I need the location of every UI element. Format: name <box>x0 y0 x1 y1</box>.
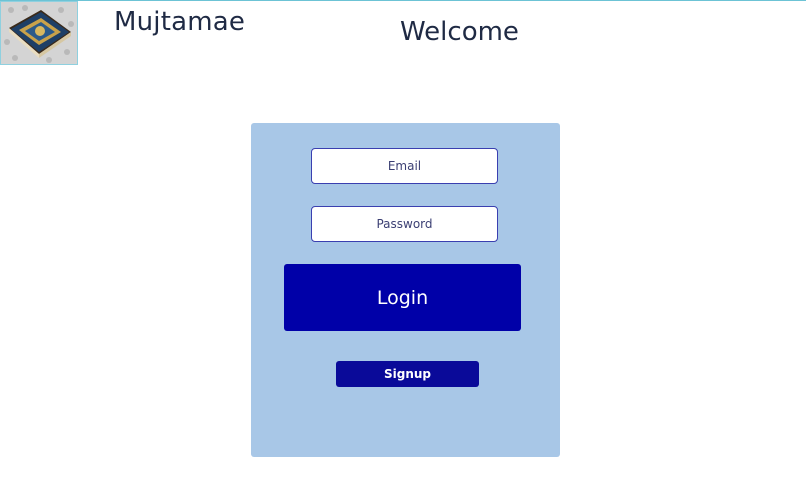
signup-button[interactable]: Signup <box>336 361 479 387</box>
app-title: Mujtamae <box>114 7 246 37</box>
login-button[interactable]: Login <box>284 264 521 331</box>
page-heading: Welcome <box>400 17 519 47</box>
login-panel: Login Signup <box>251 123 560 457</box>
password-input[interactable] <box>311 206 498 242</box>
book-logo-icon <box>1 2 77 64</box>
app-logo <box>0 1 78 65</box>
email-input[interactable] <box>311 148 498 184</box>
